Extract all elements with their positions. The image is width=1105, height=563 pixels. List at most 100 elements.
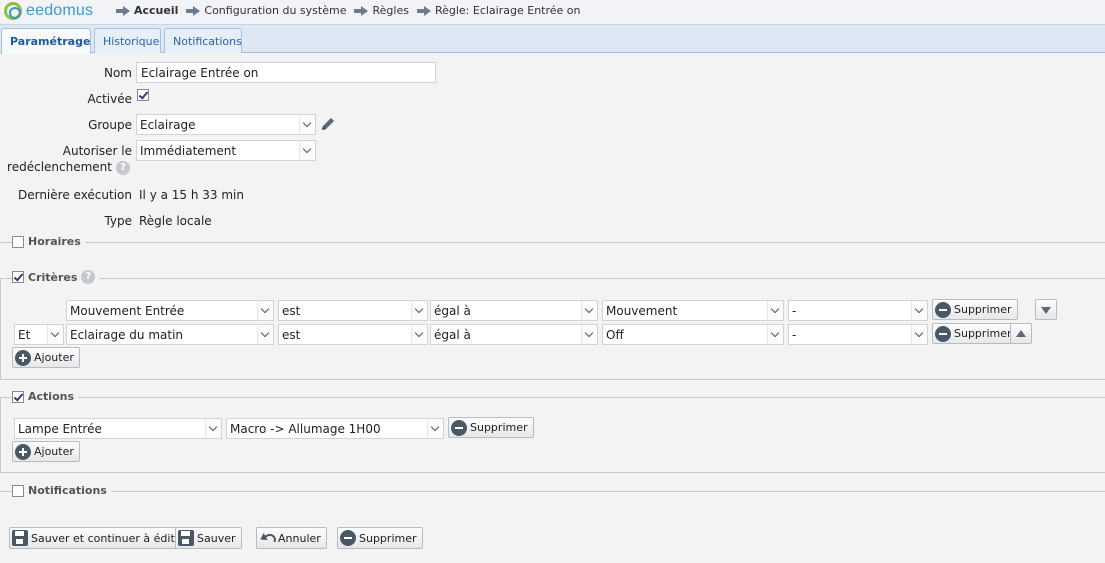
criteria-verb-value: est (282, 304, 301, 318)
move-up-button[interactable] (1010, 323, 1032, 344)
chevron-down-icon (205, 419, 221, 438)
criteria-value-select[interactable]: Off (602, 324, 784, 345)
tab-notifications[interactable]: Notifications (164, 28, 242, 53)
chevron-down-icon (411, 301, 427, 320)
derniere-execution-label: Dernière exécution (17, 188, 132, 202)
redeclenchement-select[interactable]: Immédiatement (136, 140, 316, 161)
undo-icon (259, 530, 275, 546)
criteria-device-value: Mouvement Entrée (70, 304, 185, 318)
horaires-checkbox[interactable] (12, 235, 24, 248)
remove-label: Supprimer (470, 421, 528, 434)
chevron-down-icon (299, 141, 315, 160)
add-label: Ajouter (34, 351, 74, 364)
criteres-legend: Critères ? (12, 270, 100, 284)
derniere-execution-value: Il y a 15 h 33 min (139, 188, 244, 202)
notifications-legend: Notifications (12, 484, 111, 497)
groupe-select-value: Eclairage (140, 118, 196, 132)
criteria-add-button[interactable]: Ajouter (12, 347, 80, 368)
minus-circle-icon (340, 530, 356, 546)
criteres-checkbox[interactable] (12, 271, 24, 283)
redeclenchement-label-line1: Autoriser le (62, 144, 132, 158)
tab-historique[interactable]: Historique (94, 28, 161, 53)
breadcrumb-label: Règle: Eclairage Entrée on (434, 4, 581, 17)
move-down-button[interactable] (1035, 299, 1057, 320)
criteria-extra-select[interactable]: - (788, 324, 928, 345)
arrow-down-icon (1041, 307, 1051, 314)
minus-circle-icon (935, 325, 951, 342)
floppy-disk-icon (178, 530, 194, 546)
activee-label: Activée (87, 92, 132, 106)
save-and-continue-label: Sauver et continuer à éditer (31, 531, 187, 545)
arrow-right-icon (186, 5, 201, 16)
redeclenchement-label-line2: redéclenchement (7, 160, 112, 174)
action-device-select[interactable]: Lampe Entrée (14, 418, 222, 439)
criteria-remove-button[interactable]: Supprimer (932, 299, 1018, 320)
notifications-divider (0, 491, 1105, 492)
notifications-title: Notifications (28, 484, 107, 497)
plus-circle-icon (15, 443, 31, 460)
cancel-label: Annuler (278, 531, 321, 545)
edit-pencil-icon[interactable] (320, 116, 336, 132)
actions-top-border (0, 397, 1105, 398)
notifications-checkbox[interactable] (12, 484, 24, 497)
logo-text: eedomus (26, 2, 94, 19)
criteria-verb-value: est (282, 328, 301, 342)
criteres-left-border (0, 278, 1, 380)
nom-input[interactable]: Eclairage Entrée on (136, 62, 436, 83)
redeclenchement-select-value: Immédiatement (140, 144, 237, 158)
chevron-down-icon (581, 301, 597, 320)
chevron-down-icon (911, 301, 927, 320)
arrow-right-icon (116, 5, 130, 16)
activee-checkbox[interactable] (137, 89, 149, 101)
criteria-verb-select[interactable]: est (278, 324, 428, 345)
action-command-select[interactable]: Macro -> Allumage 1H00 (226, 418, 444, 439)
cancel-button[interactable]: Annuler (256, 527, 327, 549)
remove-label: Supprimer (954, 303, 1012, 316)
criteria-extra-value: - (792, 328, 797, 342)
criteria-value-value: Mouvement (606, 304, 678, 318)
chevron-down-icon (427, 419, 443, 438)
save-label: Sauver (197, 531, 236, 545)
breadcrumb: Accueil Configuration du système Règles … (116, 4, 589, 17)
breadcrumb-label: Règles (372, 4, 409, 17)
criteria-value-select[interactable]: Mouvement (602, 300, 784, 321)
breadcrumb-label: Accueil (134, 4, 179, 17)
eedomus-logo[interactable]: eedomus (4, 2, 93, 20)
groupe-label: Groupe (88, 118, 132, 132)
criteria-verb-select[interactable]: est (278, 300, 428, 321)
remove-label: Supprimer (954, 327, 1012, 340)
criteria-remove-button[interactable]: Supprimer (932, 323, 1018, 344)
criteria-device-select[interactable]: Mouvement Entrée (66, 300, 274, 321)
type-label: Type (104, 214, 132, 228)
criteria-extra-select[interactable]: - (788, 300, 928, 321)
action-add-button[interactable]: Ajouter (12, 441, 80, 462)
criteria-device-select[interactable]: Eclairage du matin (66, 324, 274, 345)
criteria-connector-value: Et (18, 328, 31, 342)
breadcrumb-item-config[interactable]: Configuration du système (186, 4, 346, 17)
logo-ring-icon (4, 2, 22, 20)
tab-bar: Paramétrage Historique Notifications (0, 25, 1105, 54)
plus-circle-icon (15, 349, 31, 366)
floppy-disk-icon (12, 530, 28, 546)
breadcrumb-item-home[interactable]: Accueil (116, 4, 178, 17)
criteria-connector-select[interactable]: Et (14, 324, 64, 345)
breadcrumb-item-rules[interactable]: Règles (354, 4, 409, 17)
help-icon[interactable]: ? (116, 161, 130, 175)
delete-button[interactable]: Supprimer (337, 527, 423, 549)
save-button[interactable]: Sauver (175, 527, 242, 549)
save-and-continue-button[interactable]: Sauver et continuer à éditer (9, 527, 193, 549)
criteres-bottom-border (0, 379, 1105, 380)
breadcrumb-label: Configuration du système (204, 4, 347, 17)
actions-checkbox[interactable] (12, 390, 24, 403)
criteria-value-value: Off (606, 328, 624, 342)
help-icon[interactable]: ? (81, 270, 96, 284)
tab-parametrage[interactable]: Paramétrage (1, 28, 91, 54)
criteres-title: Critères (28, 270, 78, 284)
action-remove-button[interactable]: Supprimer (448, 417, 534, 438)
groupe-select[interactable]: Eclairage (136, 114, 316, 135)
criteria-operator-select[interactable]: égal à (430, 300, 598, 321)
type-value: Règle locale (139, 214, 212, 228)
horaires-title: Horaires (28, 235, 81, 248)
arrow-right-icon (354, 5, 369, 16)
criteria-operator-select[interactable]: égal à (430, 324, 598, 345)
